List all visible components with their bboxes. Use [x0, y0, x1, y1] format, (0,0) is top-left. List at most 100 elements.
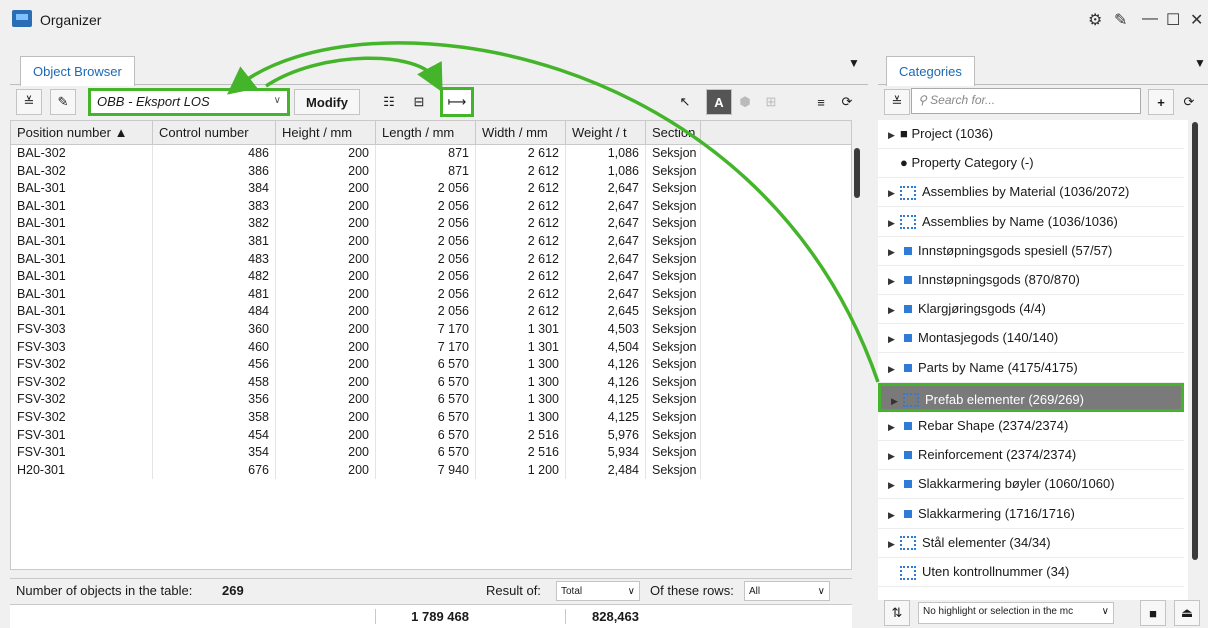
pin-view-button[interactable]: ✎ — [50, 89, 76, 115]
table-row[interactable]: FSV-302 456 200 6 570 1 300 4,126 Seksjon — [11, 356, 851, 374]
cell-height: 200 — [276, 215, 376, 233]
expand-arrow-icon[interactable]: ▶ — [888, 188, 900, 199]
table-row[interactable]: BAL-302 486 200 871 2 612 1,086 Seksjon — [11, 145, 851, 163]
shapes-icon[interactable]: ■ — [1140, 600, 1166, 626]
category-item[interactable]: ▶ Rebar Shape (2374/2374) — [878, 412, 1184, 441]
expand-arrow-icon[interactable]: ▶ — [888, 247, 900, 258]
rows-filter-value: All — [749, 586, 761, 597]
panel-menu-triangle-icon[interactable]: ▼ — [848, 56, 860, 70]
expand-arrow-icon[interactable]: ▶ — [888, 334, 900, 345]
close-button[interactable]: ✕ — [1190, 10, 1203, 30]
category-item[interactable]: ▶ Montasjegods (140/140) — [878, 324, 1184, 354]
layout-view-icon[interactable]: ⊟ — [406, 89, 432, 115]
expand-arrow-icon[interactable]: ▶ — [888, 422, 900, 433]
expand-arrow-icon[interactable]: ▶ — [888, 451, 900, 462]
list-view-icon[interactable]: ☷ — [376, 89, 402, 115]
eject-icon[interactable]: ⏏ — [1174, 600, 1200, 626]
tab-categories[interactable]: Categories — [886, 56, 975, 86]
category-item[interactable]: ▶ Reinforcement (2374/2374) — [878, 441, 1184, 471]
category-scrollbar[interactable] — [1192, 122, 1198, 560]
category-item[interactable]: ▶ Slakkarmering (1716/1716) — [878, 500, 1184, 529]
text-a-icon[interactable]: A — [706, 89, 732, 115]
maximize-button[interactable]: ☐ — [1166, 10, 1180, 30]
expand-arrow-icon[interactable]: ▶ — [888, 130, 900, 141]
rows-filter-select[interactable]: All ∨ — [744, 581, 830, 601]
refresh-icon[interactable]: ⟳ — [834, 89, 860, 115]
menu-lines-icon[interactable]: ≡ — [808, 89, 834, 115]
table-row[interactable]: FSV-302 358 200 6 570 1 300 4,125 Seksjon — [11, 408, 851, 427]
expand-arrow-icon[interactable]: ▶ — [888, 364, 900, 375]
expand-arrow-icon[interactable]: ▶ — [891, 396, 903, 407]
category-item[interactable]: ▶ Innstøpningsgods (870/870) — [878, 266, 1184, 295]
column-header-control[interactable]: Control number — [153, 121, 276, 144]
cell-position: FSV-301 — [11, 444, 153, 462]
table-row[interactable]: FSV-302 458 200 6 570 1 300 4,126 Seksjon — [11, 373, 851, 392]
export-arrow-button[interactable]: ⟼ — [440, 87, 474, 117]
table-row[interactable]: FSV-302 356 200 6 570 1 300 4,125 Seksjon — [11, 391, 851, 409]
category-search-input[interactable]: ⚲ Search for... — [911, 88, 1141, 114]
tree-icon[interactable]: ⊞ — [758, 89, 784, 115]
highlight-select[interactable]: No highlight or selection in the mc ∨ — [918, 602, 1114, 624]
refresh-icon[interactable]: ⟳ — [1176, 89, 1202, 115]
column-header-position[interactable]: Position number ▲ — [11, 121, 153, 144]
cell-length: 6 570 — [376, 391, 476, 409]
column-header-width[interactable]: Width / mm — [476, 121, 566, 144]
table-row[interactable]: BAL-301 483 200 2 056 2 612 2,647 Seksjon — [11, 250, 851, 269]
table-row[interactable]: BAL-301 481 200 2 056 2 612 2,647 Seksjon — [11, 285, 851, 304]
category-item[interactable]: ▶ Slakkarmering bøyler (1060/1060) — [878, 470, 1184, 500]
object-count-value: 269 — [222, 583, 244, 598]
table-row[interactable]: FSV-301 454 200 6 570 2 516 5,976 Seksjon — [11, 426, 851, 445]
cell-section: Seksjon — [646, 444, 701, 462]
table-row[interactable]: FSV-301 354 200 6 570 2 516 5,934 Seksjon — [11, 444, 851, 462]
category-item[interactable]: Uten kontrollnummer (34) — [878, 558, 1184, 587]
expand-arrow-icon[interactable]: ▶ — [888, 510, 900, 521]
column-header-height[interactable]: Height / mm — [276, 121, 376, 144]
expand-arrow-icon[interactable]: ▶ — [888, 539, 900, 550]
collapse-chevrons-button[interactable]: ≚ — [884, 89, 910, 115]
category-item[interactable]: ● Property Category (-) — [878, 149, 1184, 179]
minimize-button[interactable]: — — [1142, 10, 1158, 28]
category-item[interactable]: ▶ Assemblies by Name (1036/1036) — [878, 208, 1184, 237]
expand-arrow-icon[interactable]: ▶ — [888, 218, 900, 229]
category-item[interactable]: ▶ Parts by Name (4175/4175) — [878, 354, 1184, 383]
category-item[interactable]: ▶ Innstøpningsgods spesiell (57/57) — [878, 237, 1184, 266]
table-row[interactable]: BAL-301 381 200 2 056 2 612 2,647 Seksjon — [11, 232, 851, 251]
collapse-chevrons-button[interactable]: ≚ — [16, 89, 42, 115]
category-item[interactable]: ▶ Klargjøringsgods (4/4) — [878, 295, 1184, 325]
table-row[interactable]: BAL-301 383 200 2 056 2 612 2,647 Seksjon — [11, 197, 851, 216]
panel-menu-triangle-icon[interactable]: ▼ — [1194, 56, 1206, 70]
table-row[interactable]: BAL-301 382 200 2 056 2 612 2,647 Seksjon — [11, 215, 851, 233]
expand-arrow-icon[interactable]: ▶ — [888, 276, 900, 287]
column-header-weight[interactable]: Weight / t — [566, 121, 646, 144]
table-body: BAL-302 486 200 871 2 612 1,086 Seksjon BAL-302… — [11, 145, 851, 480]
table-row[interactable]: BAL-302 386 200 871 2 612 1,086 Seksjon — [11, 162, 851, 181]
cube-icon[interactable]: ⬢ — [732, 89, 758, 115]
category-item[interactable]: ▶ Prefab elementer (269/269) — [878, 382, 1184, 412]
table-row[interactable]: FSV-303 460 200 7 170 1 301 4,504 Seksjon — [11, 338, 851, 357]
expand-arrow-icon[interactable]: ▶ — [888, 480, 900, 491]
table-row[interactable]: BAL-301 384 200 2 056 2 612 2,647 Seksjon — [11, 180, 851, 198]
column-header-length[interactable]: Length / mm — [376, 121, 476, 144]
add-category-button[interactable]: + — [1148, 89, 1174, 115]
table-row[interactable]: FSV-303 360 200 7 170 1 301 4,503 Seksjon — [11, 320, 851, 339]
select-cursor-icon[interactable]: ↖ — [672, 89, 698, 115]
settings-gear-icon[interactable]: ⚙ — [1088, 10, 1102, 30]
expand-arrow-icon[interactable]: ▶ — [888, 305, 900, 316]
modify-button[interactable]: Modify — [294, 89, 360, 115]
sort-icon[interactable]: ⇅ — [884, 600, 910, 626]
cell-width: 2 612 — [476, 303, 566, 321]
view-definition-dropdown[interactable]: OBB - Eksport LOS ∨ — [88, 88, 290, 116]
category-item[interactable]: ▶ ■ Project (1036) — [878, 120, 1184, 149]
pin-icon[interactable]: ✎ — [1114, 10, 1127, 30]
tab-object-browser[interactable]: Object Browser — [20, 56, 135, 86]
table-row[interactable]: BAL-301 482 200 2 056 2 612 2,647 Seksjon — [11, 268, 851, 286]
table-row[interactable]: BAL-301 484 200 2 056 2 612 2,645 Seksjon — [11, 303, 851, 321]
column-header-section[interactable]: Section — [646, 121, 701, 144]
of-these-rows-label: Of these rows: — [650, 583, 734, 598]
table-scrollbar[interactable] — [854, 148, 860, 198]
table-row[interactable]: H20-301 676 200 7 940 1 200 2,484 Seksjon — [11, 461, 851, 480]
result-of-select[interactable]: Total ∨ — [556, 581, 640, 601]
cell-control: 676 — [153, 461, 276, 480]
category-item[interactable]: ▶ Assemblies by Material (1036/2072) — [878, 178, 1184, 208]
category-item[interactable]: ▶ Stål elementer (34/34) — [878, 529, 1184, 558]
